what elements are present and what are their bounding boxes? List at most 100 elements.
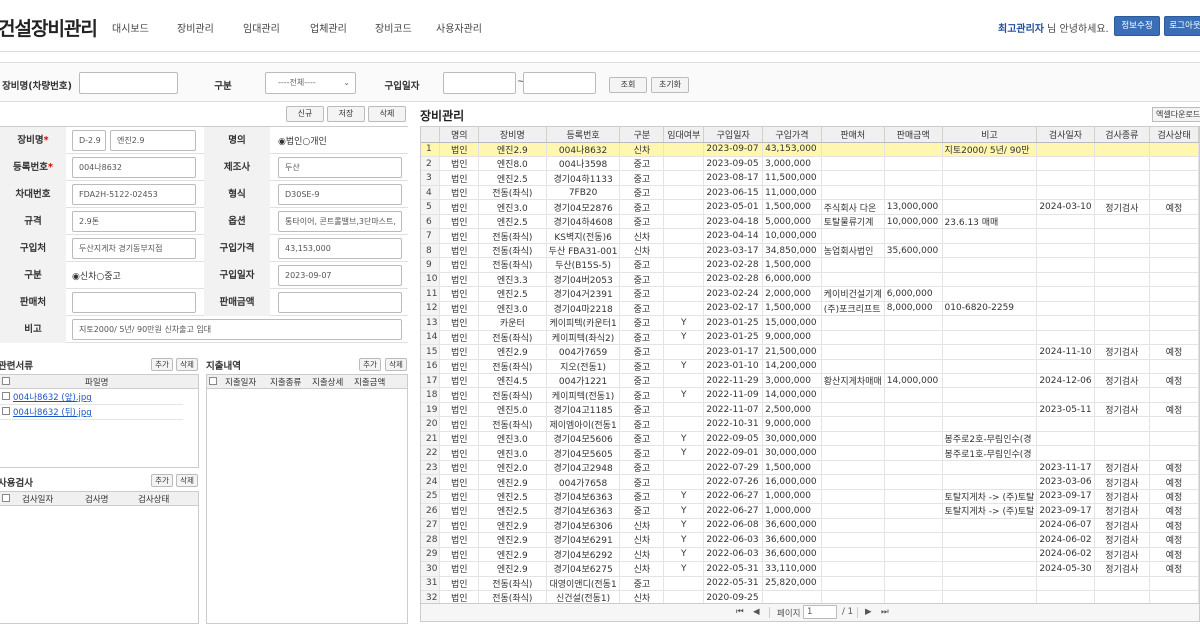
nav-equipment[interactable]: 장비관리 [177, 20, 214, 35]
grid-column-header[interactable]: 구분 [619, 127, 665, 143]
last-page-icon[interactable]: ⏭ [881, 607, 889, 617]
table-row[interactable]: 12 법인 엔진3.0 경기04마2218 중고 2023-02-17 1,500,000(… [421, 301, 1199, 317]
logout-button[interactable]: 로그아웃 [1164, 16, 1200, 36]
owner-radio-group[interactable]: ◉법인○개인 [278, 134, 327, 147]
model-field[interactable]: D30SE-9 [278, 184, 402, 205]
file-checkbox[interactable] [2, 406, 10, 416]
table-row[interactable]: 28 법인 엔진2.9 경기04보6291 신차 Y 2022-06-03 36,600,00… [421, 532, 1199, 548]
grid-column-header[interactable]: 임대여부 [663, 127, 705, 143]
maker-field[interactable]: 두산 [278, 157, 402, 178]
grid-column-header[interactable]: 비고 [942, 127, 1038, 143]
nav-user-admin[interactable]: 사용자관리 [436, 20, 482, 35]
file-link[interactable]: 004나8632 (뒤).jpg [13, 406, 92, 418]
chassis-field[interactable]: FDA2H-5122-02453 [72, 184, 196, 205]
grid-column-header[interactable]: 검사상태 [1149, 127, 1199, 143]
select-all-checkbox[interactable] [2, 493, 10, 503]
grid-column-header[interactable]: 구입가격 [762, 127, 822, 143]
search-date-to[interactable] [523, 72, 596, 94]
grid-column-header[interactable]: 등록번호 [546, 127, 621, 143]
table-row[interactable]: 18 법인 전동(좌식) 케이피텍(전동1) 중고 Y 2022-11-09 14,000,0… [421, 387, 1199, 403]
expense-add-button[interactable]: 추가 [359, 358, 381, 371]
docs-delete-button[interactable]: 삭제 [176, 358, 198, 371]
table-row[interactable]: 25 법인 엔진2.5 경기04보6363 중고 Y 2022-06-27 1,000,000… [421, 489, 1199, 505]
docs-add-button[interactable]: 추가 [151, 358, 173, 371]
table-row[interactable]: 4 법인 전동(좌식) 7FB20 중고 2023-06-15 11,000,000 [421, 185, 1199, 201]
table-row[interactable]: 22 법인 엔진3.0 경기04모5605 중고 Y 2022-09-01 30,000,00… [421, 445, 1199, 461]
expense-delete-button[interactable]: 삭제 [385, 358, 407, 371]
reset-button[interactable]: 초기화 [651, 77, 689, 93]
price-field[interactable]: 43,153,000 [278, 238, 402, 259]
grid-column-header[interactable]: 장비명 [478, 127, 547, 143]
equip-code-field[interactable]: D-2.9 [72, 130, 106, 151]
grid-column-header[interactable]: 검사종류 [1094, 127, 1151, 143]
next-page-icon[interactable]: ▶ [865, 607, 872, 617]
search-type-select[interactable]: ----전체---- ⌄ [265, 72, 356, 94]
table-row[interactable]: 5 법인 엔진3.0 경기04모2876 중고 2023-05-01 1,500,000 주식… [421, 199, 1199, 215]
grid-column-header[interactable]: 구입일자 [703, 127, 764, 143]
delete-button[interactable]: 삭제 [368, 106, 406, 122]
reg-no-field[interactable]: 004나8632 [72, 157, 196, 178]
table-row[interactable]: 1 법인 엔진2.9 004나8632 신차 2023-09-07 43,153,000 지토… [421, 142, 1199, 157]
table-row[interactable]: 3 법인 엔진2.5 경기04하1133 중고 2023-08-17 11,500,000 [421, 170, 1199, 186]
table-row[interactable]: 19 법인 엔진5.0 경기04고1185 중고 2022-11-07 2,500,000 2… [421, 402, 1199, 418]
table-row[interactable]: 24 법인 엔진2.9 004가7658 중고 2022-07-26 16,000,000 2… [421, 474, 1199, 490]
table-row[interactable]: 13 법인 카운터 케이피텍(카운터1 중고 Y 2023-01-25 15,000,000 [421, 315, 1199, 331]
nav-company[interactable]: 업체관리 [310, 20, 347, 35]
excel-download-button[interactable]: 엑셀다운로드 [1152, 107, 1200, 122]
new-button[interactable]: 신규 [286, 106, 324, 122]
kind-radio-group[interactable]: ◉신차○중고 [72, 269, 121, 282]
table-row[interactable]: 29 법인 엔진2.9 경기04보6292 신차 Y 2022-06-03 36,600,00… [421, 547, 1199, 563]
table-row[interactable]: 27 법인 엔진2.9 경기04보6306 신차 Y 2022-06-08 36,600,00… [421, 518, 1199, 534]
table-row[interactable]: 15 법인 엔진2.9 004가7659 중고 2023-01-17 21,500,000 2… [421, 344, 1199, 360]
grid-column-header[interactable]: 명의 [439, 127, 479, 143]
table-row[interactable]: 7 법인 전동(좌식) KS벽지(전동)6 신차 2023-04-14 10,000,000 [421, 228, 1199, 244]
table-row[interactable]: 30 법인 엔진2.9 경기04보6275 신차 Y 2022-05-31 33,110,00… [421, 561, 1199, 577]
select-all-checkbox[interactable] [2, 376, 10, 386]
seller-field[interactable] [72, 292, 196, 313]
select-all-checkbox[interactable] [209, 376, 217, 386]
radio-checked-icon[interactable]: ◉ [278, 137, 286, 147]
equip-name-field[interactable]: 엔진2.9 [110, 130, 196, 151]
file-checkbox[interactable] [2, 391, 10, 401]
grid-column-header[interactable] [421, 127, 441, 143]
table-row[interactable]: 23 법인 엔진2.0 경기04고2948 중고 2022-07-29 1,500,000 2… [421, 460, 1199, 476]
table-row[interactable]: 6 법인 엔진2.5 경기04하4608 중고 2023-04-18 5,000,000 토탈… [421, 214, 1199, 230]
table-row[interactable]: 16 법인 전동(좌식) 지오(전동1) 중고 Y 2023-01-10 14,200,000 [421, 359, 1199, 375]
search-name-input[interactable] [79, 72, 178, 94]
grid-column-header[interactable]: 검사일자 [1036, 127, 1095, 143]
nav-rental[interactable]: 임대관리 [243, 20, 280, 35]
grid-column-header[interactable]: 판매금액 [884, 127, 943, 143]
prev-page-icon[interactable]: ◀ [753, 607, 760, 617]
table-row[interactable]: 10 법인 엔진3.3 경기04버2053 중고 2023-02-28 6,000,000 [421, 272, 1199, 288]
table-row[interactable]: 31 법인 전동(좌식) 대영이앤디(전동1 중고 2022-05-31 25,820,00… [421, 576, 1199, 592]
spec-field[interactable]: 2.9톤 [72, 211, 196, 232]
table-row[interactable]: 14 법인 전동(좌식) 케이피텍(좌식2) 중고 Y 2023-01-25 9,000,00… [421, 330, 1199, 346]
date-field[interactable]: 2023-09-07 [278, 265, 402, 286]
memo-field[interactable]: 지토2000/ 5년/ 90만원 신차출고 임대 [72, 319, 402, 340]
save-button[interactable]: 저장 [327, 106, 365, 122]
first-page-icon[interactable]: ⏮ [736, 607, 744, 617]
page-input[interactable]: 1 [803, 605, 837, 619]
table-row[interactable]: 17 법인 엔진4.5 004가1221 중고 2022-11-29 3,000,000 황산… [421, 373, 1199, 389]
table-row[interactable]: 21 법인 엔진3.0 경기04모5606 중고 Y 2022-09-05 30,000,00… [421, 431, 1199, 447]
sale-price-field[interactable] [278, 292, 402, 313]
profile-edit-button[interactable]: 정보수정 [1114, 16, 1160, 36]
inspection-add-button[interactable]: 추가 [151, 474, 173, 487]
table-row[interactable]: 8 법인 전동(좌식) 두산 FBA31-001 신차 2023-03-17 34,850,… [421, 243, 1199, 259]
table-row[interactable]: 2 법인 엔진8.0 004나3598 중고 2023-09-05 3,000,000 [421, 156, 1199, 172]
table-row[interactable]: 26 법인 엔진2.5 경기04보6363 중고 Y 2022-06-27 1,000,000… [421, 503, 1199, 519]
search-button[interactable]: 조회 [609, 77, 647, 93]
table-row[interactable]: 9 법인 전동(좌식) 두산(B15S-5) 중고 2023-02-28 1,500,000 [421, 257, 1199, 273]
search-date-from[interactable] [443, 72, 516, 94]
radio-checked-icon[interactable]: ◉ [72, 272, 80, 282]
table-row[interactable]: 20 법인 전동(좌식) 제이엠아이(전동1 중고 2022-10-31 9,000,000 [421, 416, 1199, 432]
table-row[interactable]: 11 법인 엔진2.5 경기04거2391 중고 2023-02-24 2,000,000 케… [421, 286, 1199, 302]
inspection-delete-button[interactable]: 삭제 [176, 474, 198, 487]
grid-column-header[interactable]: 판매처 [821, 127, 885, 143]
buyer-field[interactable]: 두산지게차 경기동부지점 [72, 238, 196, 259]
file-link[interactable]: 004나8632 (앞).jpg [13, 391, 92, 403]
nav-equipment-code[interactable]: 장비코드 [375, 20, 412, 35]
option-field[interactable]: 통타이어, 콘트롤밸브,3단마스트, [278, 211, 402, 232]
app-title[interactable]: 건설장비관리 [0, 14, 98, 41]
nav-dashboard[interactable]: 대시보드 [112, 20, 149, 35]
